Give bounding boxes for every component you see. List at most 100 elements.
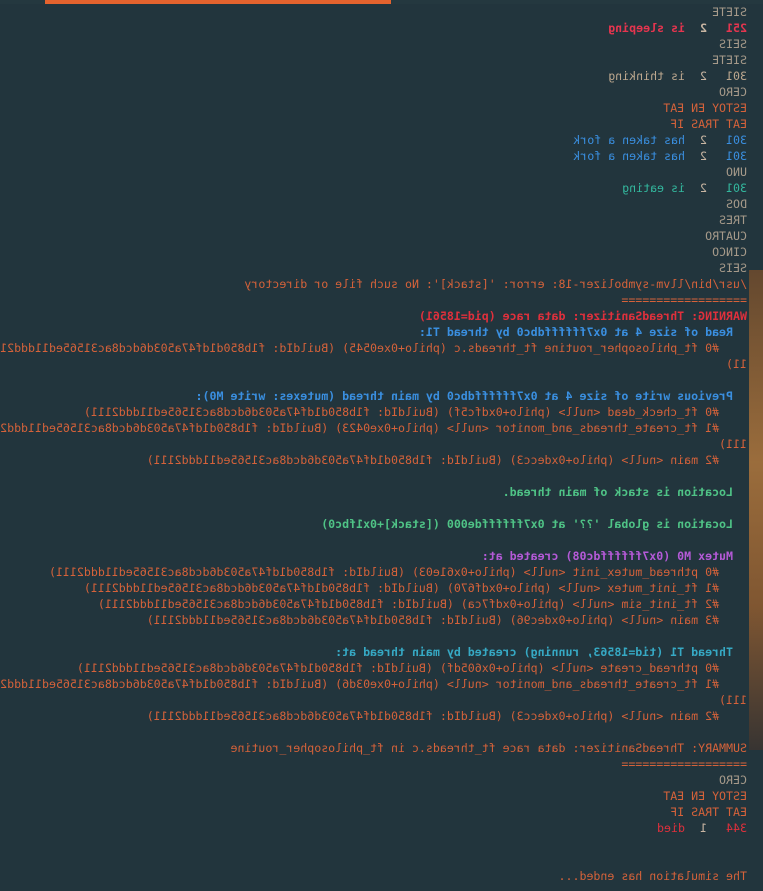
terminal-line: ================== xyxy=(621,292,747,308)
terminal-line: ESTOY EN EAT xyxy=(663,100,747,116)
log-text: SEIS xyxy=(719,261,747,275)
terminal-line: #2 main <null> (philo+0xdecc3) (BuildId:… xyxy=(147,452,747,468)
terminal-line: SIETE xyxy=(712,52,747,68)
log-text: EAT TRAS IF xyxy=(670,117,747,131)
log-text: Location is stack of main thread. xyxy=(502,485,747,499)
terminal-line: Read of size 4 at 0x7ffffffdbc0 by threa… xyxy=(419,324,747,340)
terminal-line: 301 2 is thinking xyxy=(608,68,747,84)
log-text: WARNING: ThreadSanitizer: data race (pid… xyxy=(418,309,747,323)
terminal-line: #2 main <null> (philo+0xdecc3) (BuildId:… xyxy=(147,708,747,724)
terminal-line: SEIS xyxy=(719,260,747,276)
log-text: Mutex M0 (0x7ffffffdc08) created at: xyxy=(481,549,747,563)
log-text: EAT TRAS IF xyxy=(670,805,747,819)
terminal-line: #0 pthread_create <null> (philo+0x605df)… xyxy=(77,660,747,676)
log-text: is sleeping xyxy=(608,21,685,35)
log-text: TRES xyxy=(719,213,747,227)
terminal-line: Location is stack of main thread. xyxy=(503,484,747,500)
log-text: #2 ft_init_sim <null> (philo+0xdf7ca) (B… xyxy=(97,597,747,611)
log-text: DOS xyxy=(726,197,747,211)
log-text: #1 ft_create_threads_and_monitor <null> … xyxy=(0,421,747,435)
timestamp: 301 xyxy=(726,133,747,147)
timestamp: 301 xyxy=(726,181,747,195)
terminal-line: #1 ft_init_mutex <null> (philo+0xdf670) … xyxy=(84,580,747,596)
log-text: UNO xyxy=(726,165,747,179)
terminal-line: Mutex M0 (0x7ffffffdc08) created at: xyxy=(482,548,747,564)
terminal-line: Thread T1 (tid=18563, running) created b… xyxy=(335,644,747,660)
log-text: #0 ft_philosopher_routine ft_threads.c (… xyxy=(0,341,747,355)
philosopher-id: 2 xyxy=(700,21,707,35)
terminal-line-wrap: 111) xyxy=(719,693,747,707)
log-text: #2 main <null> (philo+0xdecc3) (BuildId:… xyxy=(146,453,747,467)
philosopher-id: 2 xyxy=(700,149,707,163)
log-text: CINCO xyxy=(712,245,747,259)
terminal-line: SIETE xyxy=(712,4,747,20)
terminal-line: CINCO xyxy=(712,244,747,260)
terminal-line: TRES xyxy=(719,212,747,228)
terminal-line: DOS xyxy=(726,196,747,212)
terminal-output[interactable]: SIETE 251 2 is sleeping SEIS SIETE 301 2 is thin… xyxy=(0,4,755,891)
log-text: has taken a fork xyxy=(573,149,685,163)
terminal-line: SEIS xyxy=(719,36,747,52)
log-text: died xyxy=(657,821,685,835)
log-text: CUATRO xyxy=(705,229,747,243)
terminal-line: EAT TRAS IF xyxy=(670,804,747,820)
terminal-line-wrap: 111) xyxy=(719,437,747,451)
terminal-line: 301 2 is eating xyxy=(622,180,747,196)
terminal-line: 301 2 has taken a fork xyxy=(573,148,747,164)
terminal-line: #0 pthread_mutex_init <null> (philo+0x61… xyxy=(49,564,747,580)
terminal-line: #1 ft_create_threads_and_monitor <null> … xyxy=(0,676,747,692)
log-text: ================== xyxy=(621,293,747,307)
terminal-line: WARNING: ThreadSanitizer: data race (pid… xyxy=(419,308,747,324)
log-text: Read of size 4 at 0x7ffffffdbc0 by threa… xyxy=(418,325,747,339)
terminal-line: 344 1 died xyxy=(657,820,747,836)
timestamp: 301 xyxy=(726,149,747,163)
log-text: SEIS xyxy=(719,37,747,51)
log-text: SUMMARY: ThreadSanitizer: data race ft_t… xyxy=(230,741,747,755)
log-text: Previous write of size 4 at 0x7ffffffdbc… xyxy=(195,389,747,403)
terminal-line: CUATRO xyxy=(705,228,747,244)
log-text: ESTOY EN EAT xyxy=(663,101,747,115)
log-text: has taken a fork xyxy=(573,133,685,147)
terminal-line: Location is global '??' at 0x7ffffffde00… xyxy=(321,516,747,532)
log-text: #0 pthread_mutex_init <null> (philo+0x61… xyxy=(48,565,747,579)
philosopher-id: 2 xyxy=(700,69,707,83)
terminal-line: 301 2 has taken a fork xyxy=(573,132,747,148)
terminal-line: 251 2 is sleeping xyxy=(608,20,747,36)
log-text: #2 main <null> (philo+0xdecc3) (BuildId:… xyxy=(146,709,747,723)
timestamp: 251 xyxy=(726,21,747,35)
log-text: SIETE xyxy=(712,53,747,67)
log-text: CERO xyxy=(719,773,747,787)
terminal-line: #3 main <null> (philo+0xdec96) (BuildId:… xyxy=(147,612,747,628)
terminal-line: EAT TRAS IF xyxy=(670,116,747,132)
terminal-line: Previous write of size 4 at 0x7ffffffdbc… xyxy=(196,388,747,404)
terminal-line: #0 ft_philosopher_routine ft_threads.c (… xyxy=(0,340,747,356)
log-text: is thinking xyxy=(608,69,685,83)
timestamp: 301 xyxy=(726,69,747,83)
philosopher-id: 1 xyxy=(700,821,707,835)
log-text: #0 ft_check_dead <null> (philo+0xdfc5f) … xyxy=(83,405,747,419)
philosopher-id: 2 xyxy=(700,181,707,195)
terminal-line: #2 ft_init_sim <null> (philo+0xdf7ca) (B… xyxy=(98,596,747,612)
log-text: ESTOY EN EAT xyxy=(663,789,747,803)
log-text: #1 ft_create_threads_and_monitor <null> … xyxy=(0,677,747,691)
terminal-line: /usr/bin/llvm-symbolizer-18: error: '[st… xyxy=(244,276,747,292)
terminal-line: SUMMARY: ThreadSanitizer: data race ft_t… xyxy=(230,740,747,756)
terminal-line: UNO xyxy=(726,164,747,180)
log-text: ================== xyxy=(621,757,747,771)
terminal-line-wrap: 11) xyxy=(726,357,747,371)
terminal-line: ESTOY EN EAT xyxy=(663,788,747,804)
log-text: The simulation has ended... xyxy=(558,869,747,883)
terminal-line: #0 ft_check_dead <null> (philo+0xdfc5f) … xyxy=(84,404,747,420)
log-text: Thread T1 (tid=18563, running) created b… xyxy=(335,645,747,659)
terminal-line: ================== xyxy=(621,756,747,772)
log-text: Location is global '??' at 0x7ffffffde00… xyxy=(321,517,747,531)
log-text: #0 pthread_create <null> (philo+0x605df)… xyxy=(76,661,747,675)
log-text: SIETE xyxy=(712,5,747,19)
log-text: #3 main <null> (philo+0xdec96) (BuildId:… xyxy=(146,613,747,627)
timestamp: 344 xyxy=(726,821,747,835)
terminal-line: #1 ft_create_threads_and_monitor <null> … xyxy=(0,420,747,436)
log-text: CERO xyxy=(719,85,747,99)
log-text: #1 ft_init_mutex <null> (philo+0xdf670) … xyxy=(83,581,747,595)
terminal-line: The simulation has ended... xyxy=(559,868,747,884)
log-text: /usr/bin/llvm-symbolizer-18: error: '[st… xyxy=(244,277,747,291)
